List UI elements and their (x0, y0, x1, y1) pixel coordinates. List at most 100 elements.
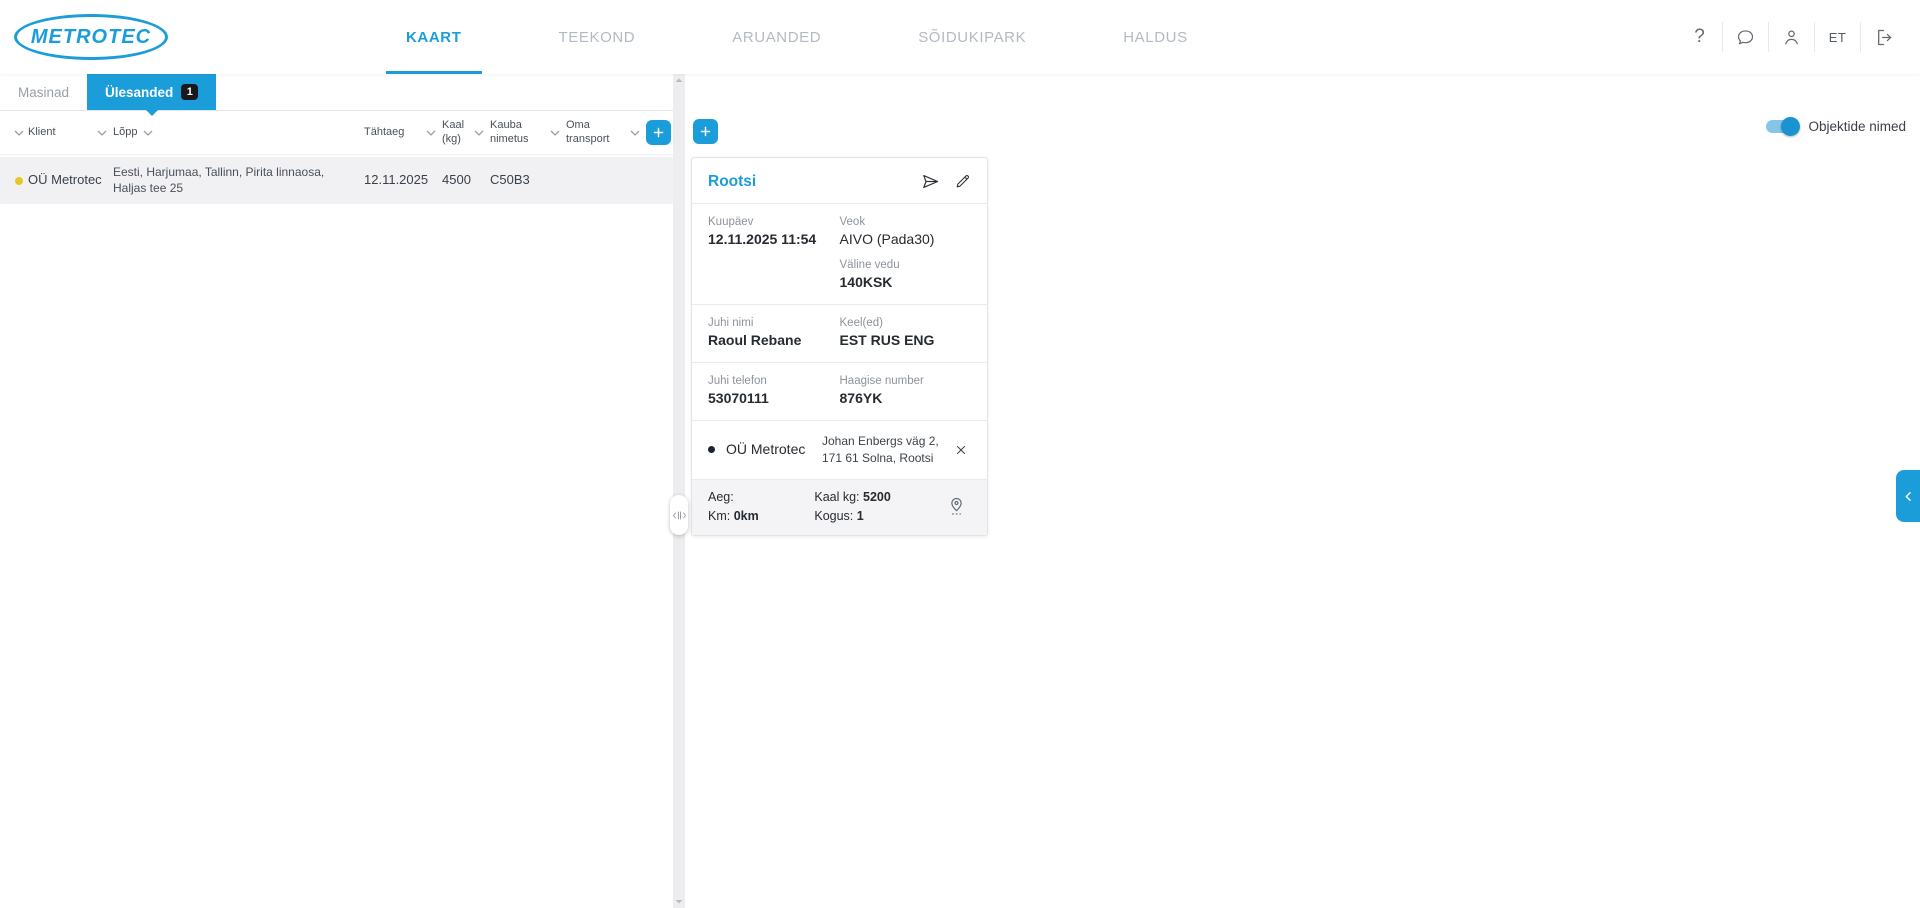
cell-klient: OÜ Metrotec (28, 172, 113, 189)
chevron-down-icon (143, 130, 153, 136)
cell-tahtaeg: 12.11.2025 (364, 172, 442, 189)
toggle-knob (1781, 117, 1800, 136)
field-stack: Veok AIVO (Pada30) Väline vedu 140KSK (840, 216, 972, 290)
language-button[interactable]: ET (1815, 22, 1860, 52)
help-icon: ? (1694, 26, 1705, 48)
card-title: Rootsi (708, 173, 756, 191)
nav-item-kaart[interactable]: KAART (386, 0, 482, 74)
remove-stop-button[interactable] (951, 443, 971, 457)
add-column-button[interactable] (646, 120, 671, 145)
chevron-left-icon (1901, 489, 1916, 504)
brand-logo[interactable]: METROTEC (14, 14, 168, 60)
scroll-up-icon[interactable] (675, 77, 684, 83)
card-section-vehicle: Kuupäev 12.11.2025 11:54 Veok AIVO (Pada… (692, 204, 987, 305)
nav-item-label: KAART (406, 29, 462, 46)
footer-km: Km: 0km (708, 509, 814, 523)
field-value: 876YK (840, 390, 972, 406)
map-pin-icon (946, 496, 967, 517)
field-value: 12.11.2025 11:54 (708, 231, 840, 247)
send-button[interactable] (921, 172, 940, 191)
workspace: Masinad Ülesanded 1 Klient Lõpp (0, 74, 1920, 908)
collapse-side-panel-button[interactable] (1896, 470, 1920, 522)
field-value: 140KSK (840, 274, 972, 290)
nav-item-aruanded[interactable]: ARUANDED (712, 0, 841, 74)
field-valine-vedu: Väline vedu 140KSK (840, 259, 972, 290)
chat-button[interactable] (1723, 22, 1768, 52)
object-names-toggle[interactable]: Objektide nimed (1766, 119, 1906, 134)
field-label: Väline vedu (840, 259, 972, 271)
edit-button[interactable] (954, 173, 971, 190)
field-value: Raoul Rebane (708, 332, 840, 348)
status-dot-icon (15, 177, 23, 185)
card-section-contact: Juhi telefon 53070111 Haagise number 876… (692, 363, 987, 421)
footer-value: 0km (734, 509, 759, 523)
user-button[interactable] (1769, 22, 1814, 52)
tab-bar: Masinad Ülesanded 1 (0, 74, 673, 111)
nav-item-label: HALDUS (1123, 29, 1187, 46)
chevron-down-icon (426, 130, 436, 136)
resize-grip-icon (672, 509, 687, 522)
stop-name: OÜ Metrotec (726, 440, 822, 460)
footer-label: Aeg: (708, 490, 734, 504)
logout-icon (1873, 27, 1894, 48)
plus-icon (699, 125, 712, 138)
show-on-map-button[interactable] (941, 490, 971, 523)
column-header-oma-transport: Oma transport (566, 119, 646, 147)
add-task-button[interactable] (693, 119, 718, 144)
cell-lopp: Eesti, Harjumaa, Tallinn, Pirita linnaos… (113, 165, 364, 196)
edit-pencil-icon (954, 173, 971, 190)
plus-icon (652, 126, 665, 139)
nav-item-soidukipark[interactable]: SÕIDUKIPARK (898, 0, 1046, 74)
main-nav: KAART TEEKOND ARUANDED SÕIDUKIPARK HALDU… (386, 0, 1208, 74)
column-label[interactable]: Lõpp (113, 126, 137, 140)
task-table-header: Klient Lõpp Tähtaeg Kaal (kg) Kauba nime… (0, 111, 673, 155)
column-label[interactable]: Oma transport (566, 119, 621, 147)
panel-divider[interactable] (673, 74, 685, 908)
language-label: ET (1829, 30, 1847, 45)
card-actions (921, 172, 971, 191)
card-section-driver: Juhi nimi Raoul Rebane Keel(ed) EST RUS … (692, 305, 987, 363)
brand-logo-text: METROTEC (31, 26, 151, 49)
expand-all-chevron-icon[interactable] (10, 130, 28, 136)
scroll-down-icon[interactable] (675, 899, 684, 905)
nav-item-teekond[interactable]: TEEKOND (539, 0, 656, 74)
card-footer: Aeg: Kaal kg: 5200 Km: 0km Kogus: 1 (692, 480, 987, 535)
column-label[interactable]: Klient (28, 126, 56, 140)
tab-masinad[interactable]: Masinad (0, 74, 87, 110)
cell-kauba-nimetus: C50B3 (490, 172, 566, 189)
field-juhi-telefon: Juhi telefon 53070111 (708, 375, 840, 406)
field-value: EST RUS ENG (840, 332, 972, 348)
chevron-down-icon (630, 130, 640, 136)
logout-button[interactable] (1861, 22, 1906, 52)
field-juhi-nimi: Juhi nimi Raoul Rebane (708, 317, 840, 348)
table-row[interactable]: OÜ Metrotec Eesti, Harjumaa, Tallinn, Pi… (0, 157, 673, 204)
column-header-kauba-nimetus: Kauba nimetus (490, 119, 566, 147)
footer-value: 1 (857, 509, 864, 523)
help-button[interactable]: ? (1677, 22, 1722, 52)
toggle-label: Objektide nimed (1808, 119, 1906, 134)
close-icon (954, 443, 968, 457)
map-panel: Objektide nimed Rootsi (685, 74, 1920, 908)
footer-label: Kaal kg: (814, 490, 859, 504)
left-panel: Masinad Ülesanded 1 Klient Lõpp (0, 74, 673, 908)
column-label[interactable]: Kauba nimetus (490, 119, 538, 147)
panel-resize-handle[interactable] (670, 495, 688, 535)
column-label[interactable]: Tähtaeg (364, 126, 404, 140)
tab-ylesanded[interactable]: Ülesanded 1 (87, 74, 216, 110)
field-label: Juhi nimi (708, 317, 840, 329)
toggle-switch[interactable] (1766, 120, 1798, 133)
field-label: Keel(ed) (840, 317, 972, 329)
chevron-down-icon (550, 130, 560, 136)
field-keeled: Keel(ed) EST RUS ENG (840, 317, 972, 348)
nav-item-haldus[interactable]: HALDUS (1103, 0, 1207, 74)
app-root: METROTEC KAART TEEKOND ARUANDED SÕIDUKIP… (0, 0, 1920, 908)
column-label[interactable]: Kaal (kg) (442, 119, 472, 147)
field-veok: Veok AIVO (Pada30) (840, 216, 972, 247)
chevron-down-icon (474, 130, 484, 136)
column-header-tahtaeg: Tähtaeg (364, 126, 442, 140)
field-label: Juhi telefon (708, 375, 840, 387)
nav-item-label: TEEKOND (559, 29, 636, 46)
footer-value: 5200 (863, 490, 891, 504)
footer-kogus: Kogus: 1 (814, 509, 941, 523)
tab-label: Ülesanded (105, 85, 173, 100)
